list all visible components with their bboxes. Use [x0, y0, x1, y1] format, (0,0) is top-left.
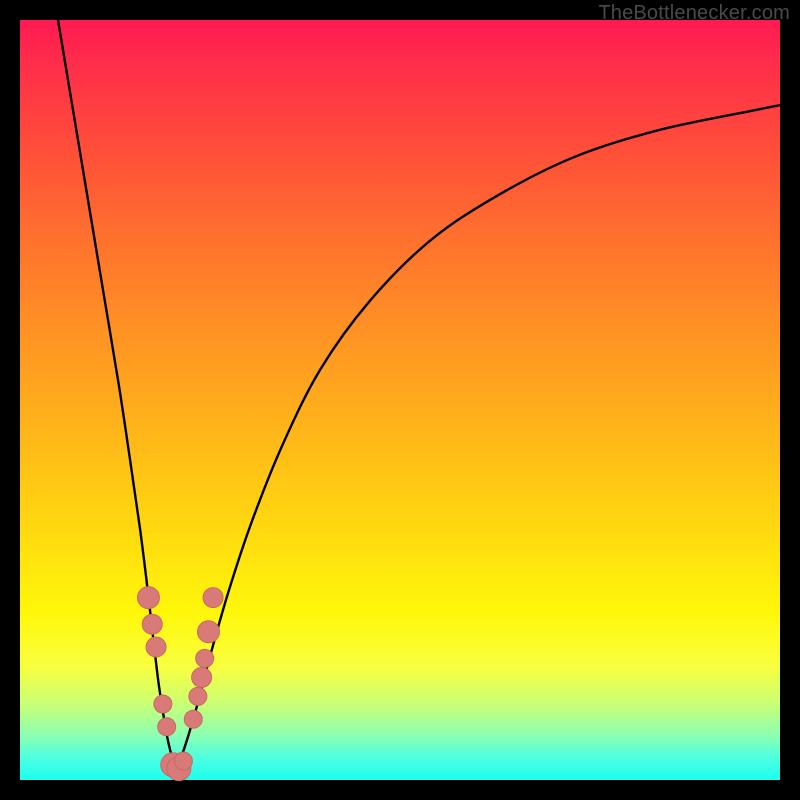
data-point [137, 587, 159, 609]
data-point [189, 687, 207, 705]
data-point [197, 621, 219, 643]
watermark-text: TheBottlenecker.com [598, 2, 790, 25]
data-point [154, 695, 172, 713]
data-point [196, 649, 214, 667]
curve-layer [20, 20, 780, 780]
data-point [146, 637, 166, 657]
right-branch-path [176, 105, 780, 768]
marker-group [137, 587, 223, 781]
data-point [142, 614, 162, 634]
data-point [203, 588, 223, 608]
chart-frame: TheBottlenecker.com [0, 0, 800, 800]
data-point [158, 718, 176, 736]
data-point [184, 710, 202, 728]
data-point [192, 667, 212, 687]
data-point [174, 752, 192, 770]
